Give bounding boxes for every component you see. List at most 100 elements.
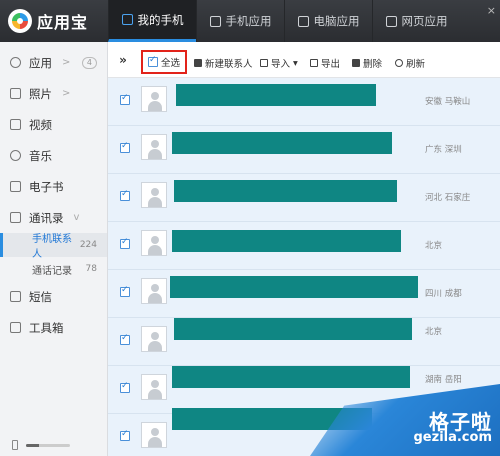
button-label: 新建联系人	[205, 59, 253, 70]
close-icon[interactable]: ×	[487, 4, 496, 17]
photo-icon	[10, 88, 21, 99]
tab-web-apps[interactable]: 网页应用	[372, 0, 460, 42]
sidebar-item-label: 手机联系人	[32, 234, 72, 260]
logo-icon	[8, 9, 32, 33]
delete-button[interactable]: 删除	[352, 56, 382, 70]
sidebar-item-ebooks[interactable]: 电子书	[0, 171, 107, 202]
refresh-button[interactable]: 刷新	[395, 56, 425, 70]
contact-row[interactable]: 北京	[108, 222, 500, 270]
phone-icon	[12, 440, 18, 450]
button-label: 导出	[321, 59, 341, 70]
avatar	[141, 374, 167, 400]
contact-row[interactable]: 广东 深圳	[108, 126, 500, 174]
contact-row[interactable]: 北京	[108, 318, 500, 366]
sidebar-item-phone-contacts[interactable]: 手机联系人 224	[0, 233, 107, 260]
redacted-contact-name	[174, 318, 412, 340]
video-icon	[10, 119, 21, 130]
trash-icon	[352, 59, 360, 67]
select-all-checkbox[interactable]	[147, 55, 158, 67]
row-checkbox[interactable]	[120, 141, 130, 153]
tab-label: 我的手机	[137, 12, 184, 27]
contact-row[interactable]: 河北 石家庄	[108, 174, 500, 222]
sidebar-item-label: 电子书	[29, 179, 64, 194]
browser-icon	[385, 15, 397, 27]
sidebar-item-label: 工具箱	[29, 320, 64, 335]
sidebar-item-apps[interactable]: 应用 > 4	[0, 47, 107, 78]
redacted-contact-name	[172, 230, 401, 252]
avatar	[141, 422, 167, 448]
avatar	[141, 134, 167, 160]
tab-phone-apps[interactable]: 手机应用	[196, 0, 284, 42]
row-checkbox[interactable]	[120, 189, 130, 201]
contact-location: 四川 成都	[425, 289, 462, 299]
row-checkbox[interactable]	[120, 285, 130, 297]
watermark-url: gezila.com	[413, 430, 493, 445]
row-checkbox[interactable]	[120, 381, 130, 393]
sidebar-item-label: 视频	[29, 117, 52, 132]
select-all-button[interactable]: 全选	[141, 50, 187, 74]
avatar	[141, 182, 167, 208]
sidebar-item-label: 通讯录	[29, 210, 64, 225]
storage-indicator	[0, 434, 108, 456]
import-icon	[260, 59, 268, 67]
avatar	[141, 278, 167, 304]
contact-location: 北京	[425, 241, 443, 251]
item-count: 224	[79, 240, 97, 250]
avatar	[141, 86, 167, 112]
redacted-contact-name	[172, 132, 392, 154]
row-checkbox[interactable]	[120, 237, 130, 249]
row-checkbox[interactable]	[120, 93, 130, 105]
tab-my-phone[interactable]: 我的手机	[108, 0, 196, 42]
mail-icon	[209, 15, 221, 27]
sidebar-item-call-log[interactable]: 通话记录 78	[0, 257, 107, 281]
sidebar-item-label: 应用	[29, 55, 52, 70]
contact-location: 湖南 岳阳	[425, 375, 462, 385]
sidebar-item-toolbox[interactable]: 工具箱	[0, 312, 107, 343]
app-logo: 应用宝	[0, 0, 108, 42]
contact-location: 安徽 马鞍山	[425, 97, 471, 107]
import-button[interactable]: 导入 ▾	[260, 56, 298, 70]
tab-pc-apps[interactable]: 电脑应用	[284, 0, 372, 42]
redacted-contact-name	[174, 180, 397, 202]
monitor-icon	[297, 15, 309, 27]
book-icon	[10, 181, 21, 192]
redacted-contact-name	[172, 366, 410, 388]
tab-label: 手机应用	[225, 14, 272, 28]
sidebar-item-photos[interactable]: 照片 >	[0, 78, 107, 109]
refresh-icon	[395, 59, 403, 67]
select-all-label: 全选	[160, 58, 180, 69]
chevron-right-icon: >	[62, 57, 71, 68]
row-checkbox[interactable]	[120, 333, 130, 345]
contact-row[interactable]: 安徽 马鞍山	[108, 78, 500, 126]
avatar	[141, 326, 167, 352]
app-name: 应用宝	[37, 13, 89, 32]
tab-label: 网页应用	[401, 14, 448, 28]
apps-icon	[10, 57, 21, 68]
redacted-contact-name	[170, 276, 418, 298]
count-badge: 4	[81, 56, 97, 69]
sidebar-item-sms[interactable]: 短信	[0, 281, 107, 312]
button-label: 导入	[271, 59, 291, 70]
sidebar-item-label: 短信	[29, 289, 52, 304]
sidebar-item-label: 照片	[29, 86, 52, 101]
export-button[interactable]: 导出	[310, 56, 340, 70]
new-contact-button[interactable]: 新建联系人	[194, 56, 253, 70]
chevron-right-icon: >	[62, 88, 71, 99]
chevron-down-icon: v	[73, 212, 80, 223]
toolbar: » 全选 新建联系人 导入 ▾ 导出 删除 刷新	[108, 42, 500, 78]
item-count: 78	[85, 264, 97, 274]
sidebar-item-contacts[interactable]: 通讯录 v	[0, 202, 107, 233]
contact-row[interactable]: 四川 成都	[108, 270, 500, 318]
sidebar: 应用 > 4 照片 > 视频 音乐 电子书 通讯录 v 手机联系人 224 通话…	[0, 42, 108, 456]
button-label: 删除	[363, 59, 383, 70]
tab-label: 电脑应用	[313, 14, 360, 28]
sidebar-item-label: 音乐	[29, 148, 52, 163]
storage-bar-fill	[26, 443, 40, 447]
row-checkbox[interactable]	[120, 429, 130, 441]
message-icon	[10, 291, 21, 302]
sidebar-item-music[interactable]: 音乐	[0, 140, 107, 171]
sidebar-item-videos[interactable]: 视频	[0, 109, 107, 140]
expand-icon[interactable]: »	[108, 53, 138, 67]
button-label: 刷新	[406, 59, 426, 70]
avatar	[141, 230, 167, 256]
